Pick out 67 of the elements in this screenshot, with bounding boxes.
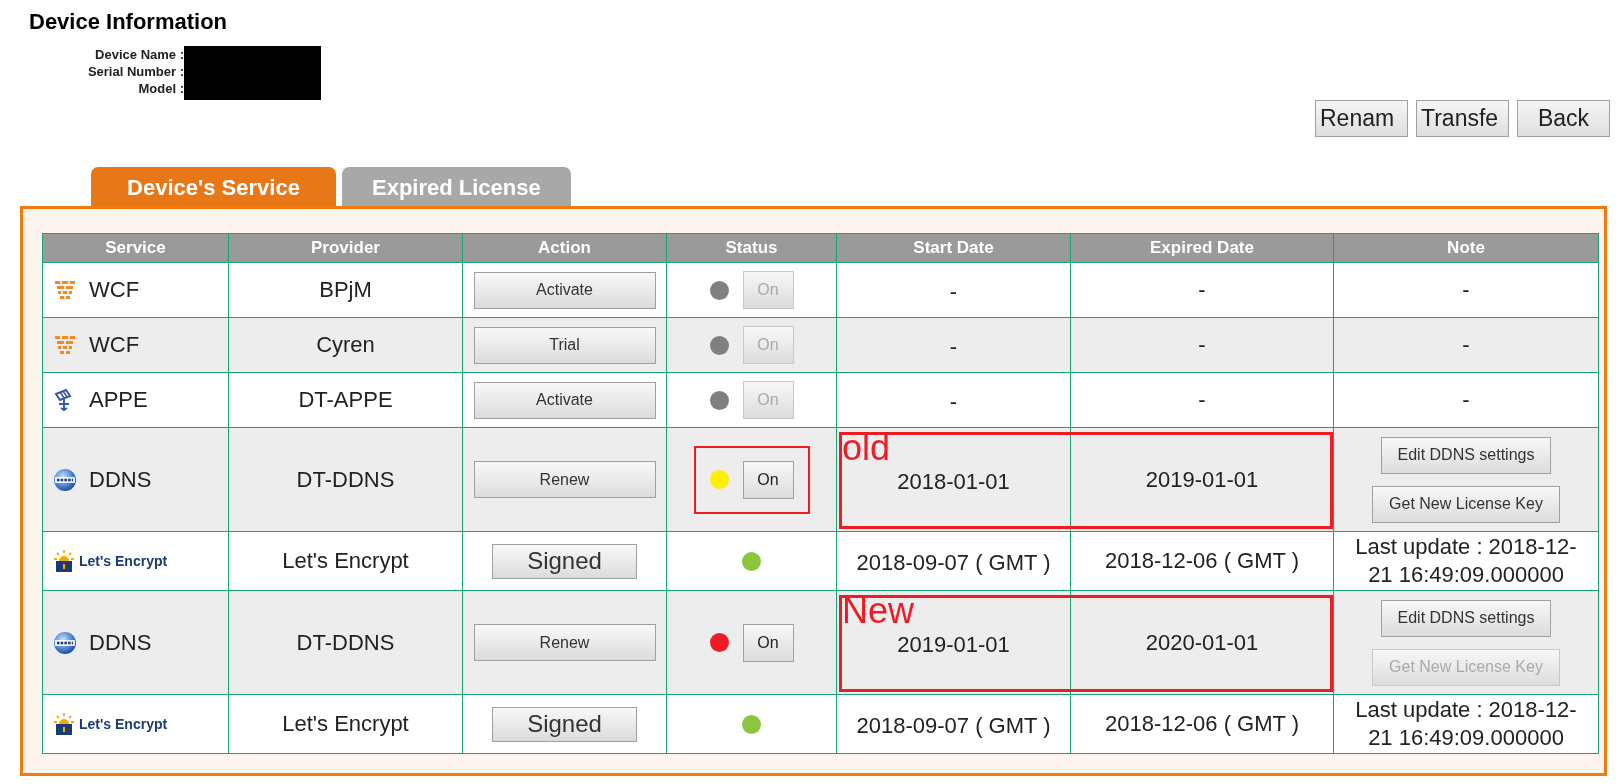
brick-wall-icon	[53, 334, 77, 356]
toolbar-button[interactable]: Transfe	[1416, 100, 1509, 137]
start-date: -	[949, 334, 958, 359]
start-date: 2019-01-01	[897, 631, 1010, 657]
info-label: Model :	[137, 80, 184, 97]
column-header: Provider	[228, 233, 463, 263]
start-date: 2018-09-07 ( GMT )	[856, 550, 1051, 575]
globe-icon	[53, 630, 77, 655]
on-button[interactable]: On	[742, 460, 794, 499]
annotation-label: New	[842, 593, 915, 629]
globe-icon	[53, 467, 77, 492]
toolbar-button[interactable]: Back	[1517, 100, 1610, 137]
column-header: Expired Date	[1070, 233, 1334, 263]
expired-date: -	[1070, 262, 1334, 318]
service-name: DDNS	[89, 629, 152, 656]
column-header: Service	[42, 233, 229, 263]
provider-cell: Let's Encrypt	[228, 531, 463, 591]
provider-cell: BPjM	[228, 262, 463, 318]
provider-cell: DT-APPE	[228, 372, 463, 428]
service-logo-text: Let's Encrypt	[79, 716, 168, 732]
expired-date: -	[1070, 372, 1334, 428]
expired-date: 2018-12-06 ( GMT )	[1070, 531, 1334, 591]
toolbar-button[interactable]: Renam	[1315, 100, 1408, 137]
provider-cell: DT-DDNS	[228, 427, 463, 532]
note-text: -	[1461, 386, 1471, 414]
expired-date: 2019-01-01	[1070, 427, 1334, 532]
page-title: Device Information	[29, 8, 229, 36]
action-button[interactable]: Activate	[473, 271, 656, 309]
note-button[interactable]: Edit DDNS settings	[1380, 599, 1552, 637]
start-date: -	[949, 389, 958, 414]
expired-date: 2018-12-06 ( GMT )	[1070, 694, 1334, 754]
action-button[interactable]: Trial	[473, 326, 656, 364]
column-header: Note	[1333, 233, 1599, 263]
column-header: Action	[462, 233, 667, 263]
service-name: WCF	[89, 332, 140, 358]
expired-date: 2020-01-01	[1070, 590, 1334, 695]
note-button[interactable]: Edit DDNS settings	[1380, 436, 1552, 474]
info-label: Device Name :	[94, 46, 184, 63]
action-button[interactable]: Renew	[473, 624, 656, 661]
start-date: -	[949, 279, 958, 304]
note-text: Last update : 2018-12-21 16:49:09.000000	[1354, 696, 1578, 752]
padlock-sun-icon	[53, 549, 75, 573]
action-button[interactable]: Renew	[473, 461, 656, 498]
start-date: 2018-09-07 ( GMT )	[856, 713, 1051, 738]
expired-date: -	[1070, 317, 1334, 373]
service-name: DDNS	[89, 466, 152, 493]
service-name: WCF	[89, 277, 140, 303]
service-logo-text: Let's Encrypt	[79, 553, 168, 569]
action-button[interactable]: Activate	[473, 381, 656, 419]
service-name: APPE	[89, 387, 148, 413]
note-text: -	[1461, 276, 1471, 304]
start-date: 2018-01-01	[897, 468, 1010, 494]
provider-cell: DT-DDNS	[228, 590, 463, 695]
provider-cell: Cyren	[228, 317, 463, 373]
action-button[interactable]: Signed	[492, 543, 637, 579]
note-text: -	[1461, 331, 1471, 359]
annotation-label: old	[842, 430, 891, 466]
padlock-sun-icon	[53, 712, 75, 736]
column-header: Status	[666, 233, 837, 263]
action-button[interactable]: Signed	[492, 706, 637, 742]
note-text: Last update : 2018-12-21 16:49:09.000000	[1354, 533, 1578, 589]
brick-wall-icon	[53, 279, 77, 301]
column-header: Start Date	[836, 233, 1071, 263]
provider-cell: Let's Encrypt	[228, 694, 463, 754]
on-button[interactable]: On	[742, 623, 794, 662]
note-button[interactable]: Get New License Key	[1372, 485, 1560, 523]
info-label: Serial Number :	[86, 63, 184, 80]
